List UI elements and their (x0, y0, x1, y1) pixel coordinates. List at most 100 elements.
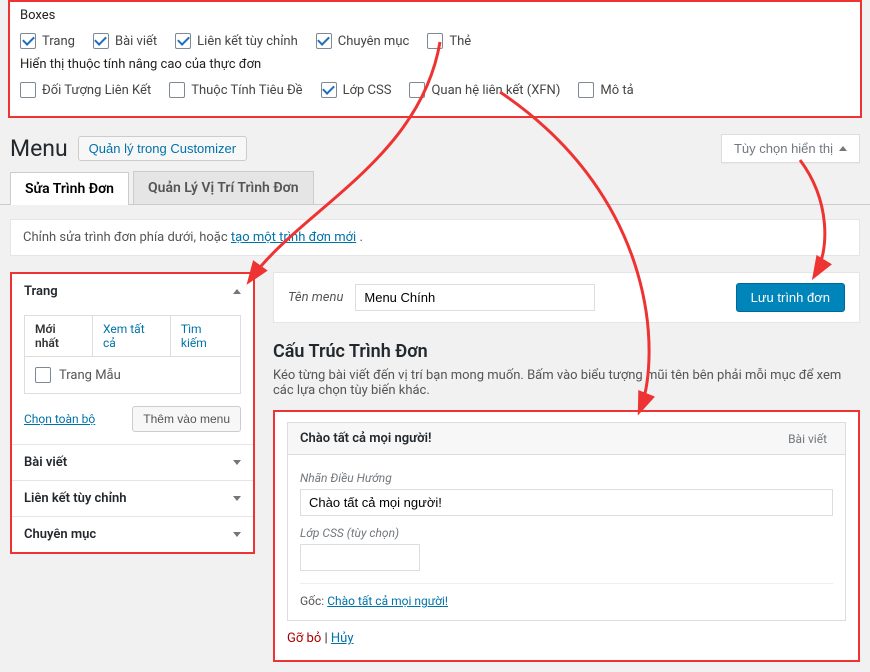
accordion-posts-title: Bài viết (24, 455, 67, 470)
screen-options-toggle[interactable]: Tùy chọn hiển thị (721, 134, 860, 163)
advanced-section-title: Hiển thị thuộc tính nâng cao của thực đơ… (20, 57, 850, 72)
main-columns: Trang Mới nhất Xem tất cả Tìm kiếm Trang… (0, 256, 870, 672)
save-menu-button[interactable]: Lưu trình đơn (736, 283, 845, 312)
menu-name-label: Tên menu (288, 290, 343, 305)
chevron-down-icon (233, 532, 241, 537)
accordion-posts-header[interactable]: Bài viết (12, 445, 253, 480)
checkbox-icon (316, 33, 332, 49)
create-menu-link[interactable]: tạo một trình đơn mới (231, 230, 356, 245)
accordion-categories-title: Chuyên mục (24, 527, 96, 542)
mini-tab-search[interactable]: Tìm kiếm (171, 316, 240, 356)
header-row: Menu Quản lý trong Customizer Tùy chọn h… (0, 118, 870, 171)
boxes-checkbox-2[interactable]: Liên kết tùy chỉnh (175, 33, 298, 49)
page-item-label: Trang Mẫu (59, 368, 121, 383)
boxes-checkbox-4[interactable]: Thẻ (427, 33, 471, 49)
manage-customizer-button[interactable]: Quản lý trong Customizer (78, 136, 247, 161)
advanced-checkbox-label: Lớp CSS (343, 83, 392, 98)
advanced-checkbox-4[interactable]: Mô tả (578, 82, 633, 98)
mini-tab-recent[interactable]: Mới nhất (25, 316, 93, 356)
menu-item-title: Chào tất cả mọi người! (300, 431, 432, 446)
accordion-pages-body: Mới nhất Xem tất cả Tìm kiếm Trang Mẫu C… (12, 309, 253, 444)
page-item-checkbox[interactable]: Trang Mẫu (35, 367, 230, 383)
menu-item-origin: Gốc: Chào tất cả mọi người! (300, 583, 833, 608)
checkbox-icon (93, 33, 109, 49)
advanced-checkbox-1[interactable]: Thuộc Tính Tiêu Đề (169, 82, 302, 98)
accordion-pages: Trang Mới nhất Xem tất cả Tìm kiếm Trang… (12, 274, 253, 444)
menu-name-row: Tên menu Lưu trình đơn (273, 272, 860, 323)
mini-panel: Trang Mẫu (24, 356, 241, 394)
screen-options-toggle-label: Tùy chọn hiển thị (734, 141, 833, 156)
menu-item-header[interactable]: Chào tất cả mọi người! Bài viết (287, 422, 846, 455)
screen-options-panel: Boxes TrangBài viếtLiên kết tùy chỉnhChu… (8, 0, 862, 118)
checkbox-icon (578, 82, 594, 98)
advanced-checkbox-label: Mô tả (600, 83, 633, 98)
info-bar: Chỉnh sửa trình đơn phía dưới, hoặc tạo … (10, 219, 860, 256)
page-title: Menu (10, 135, 68, 162)
checkbox-icon (321, 82, 337, 98)
tab-edit-menus[interactable]: Sửa Trình Đơn (10, 172, 129, 205)
add-to-menu-button[interactable]: Thêm vào menu (132, 406, 241, 432)
boxes-checkbox-3[interactable]: Chuyên mục (316, 33, 410, 49)
accordion-pages-header[interactable]: Trang (12, 274, 253, 309)
accordion-column: Trang Mới nhất Xem tất cả Tìm kiếm Trang… (10, 272, 255, 554)
checkbox-icon (175, 33, 191, 49)
accordion-categories: Chuyên mục (12, 516, 253, 552)
accordion-actions: Chọn toàn bộ Thêm vào menu (24, 406, 241, 432)
advanced-checkbox-label: Quan hệ liên kết (XFN) (431, 83, 560, 98)
remove-menu-item-link[interactable]: Gỡ bỏ (287, 631, 321, 646)
menu-item-type-label: Bài viết (788, 432, 827, 446)
accordion-custom-links-title: Liên kết tùy chỉnh (24, 491, 127, 506)
boxes-checkbox-label: Bài viết (115, 34, 157, 49)
mini-tabs: Mới nhất Xem tất cả Tìm kiếm (24, 315, 241, 356)
menu-item: Chào tất cả mọi người! Bài viết Nhãn Điề… (273, 410, 860, 662)
nav-label-caption: Nhãn Điều Hướng (300, 471, 833, 485)
menu-name-input[interactable] (355, 284, 595, 311)
css-class-caption: Lớp CSS (tùy chọn) (300, 526, 833, 540)
advanced-checkbox-0[interactable]: Đối Tượng Liên Kết (20, 82, 151, 98)
accordion-posts: Bài viết (12, 444, 253, 480)
accordion-custom-links: Liên kết tùy chỉnh (12, 480, 253, 516)
chevron-down-icon (233, 460, 241, 465)
checkbox-icon (409, 82, 425, 98)
chevron-up-icon (839, 146, 847, 151)
info-bar-text-prefix: Chỉnh sửa trình đơn phía dưới, hoặc (23, 230, 231, 245)
checkbox-icon (427, 33, 443, 49)
tab-manage-locations[interactable]: Quản Lý Vị Trí Trình Đơn (133, 171, 314, 204)
advanced-checkbox-label: Thuộc Tính Tiêu Đề (191, 83, 302, 98)
accordion-pages-title: Trang (24, 284, 58, 299)
mini-tab-all[interactable]: Xem tất cả (93, 316, 171, 356)
menu-item-actions: Gỡ bỏ | Hủy (287, 631, 846, 646)
chevron-down-icon (233, 496, 241, 501)
origin-link[interactable]: Chào tất cả mọi người! (327, 594, 448, 608)
menu-item-body: Nhãn Điều Hướng Lớp CSS (tùy chọn) Gốc: … (287, 455, 846, 621)
boxes-checkbox-label: Liên kết tùy chỉnh (197, 34, 298, 49)
menu-editor-column: Tên menu Lưu trình đơn Cấu Trúc Trình Đơ… (273, 272, 860, 662)
checkbox-icon (169, 82, 185, 98)
menu-structure-title: Cấu Trúc Trình Đơn (273, 341, 860, 362)
accordion-custom-links-header[interactable]: Liên kết tùy chỉnh (12, 481, 253, 516)
boxes-checkbox-0[interactable]: Trang (20, 33, 75, 49)
advanced-checkbox-label: Đối Tượng Liên Kết (42, 83, 151, 98)
checkbox-icon (20, 33, 36, 49)
menu-item-type: Bài viết (788, 432, 833, 446)
menu-structure-desc: Kéo từng bài viết đến vị trí bạn mong mu… (273, 368, 860, 398)
checkbox-icon (20, 82, 36, 98)
boxes-checkbox-label: Trang (42, 34, 75, 49)
chevron-up-icon (233, 289, 241, 294)
nav-label-input[interactable] (300, 489, 833, 516)
nav-tabs: Sửa Trình Đơn Quản Lý Vị Trí Trình Đơn (0, 171, 870, 205)
advanced-row: Đối Tượng Liên Kết Thuộc Tính Tiêu Đề Lớp … (20, 78, 850, 106)
boxes-checkbox-label: Chuyên mục (338, 34, 410, 49)
boxes-checkbox-1[interactable]: Bài viết (93, 33, 157, 49)
boxes-row: Trang Bài viết Liên kết tùy chỉnh Chuyên mụ… (20, 29, 850, 57)
boxes-checkbox-label: Thẻ (449, 34, 471, 49)
checkbox-icon (35, 367, 51, 383)
origin-prefix: Gốc: (300, 594, 327, 608)
select-all-link[interactable]: Chọn toàn bộ (24, 412, 95, 426)
info-bar-text-suffix: . (359, 230, 362, 245)
accordion-categories-header[interactable]: Chuyên mục (12, 517, 253, 552)
cancel-menu-item-link[interactable]: Hủy (331, 631, 354, 646)
advanced-checkbox-2[interactable]: Lớp CSS (321, 82, 392, 98)
css-class-input[interactable] (300, 544, 420, 571)
advanced-checkbox-3[interactable]: Quan hệ liên kết (XFN) (409, 82, 560, 98)
